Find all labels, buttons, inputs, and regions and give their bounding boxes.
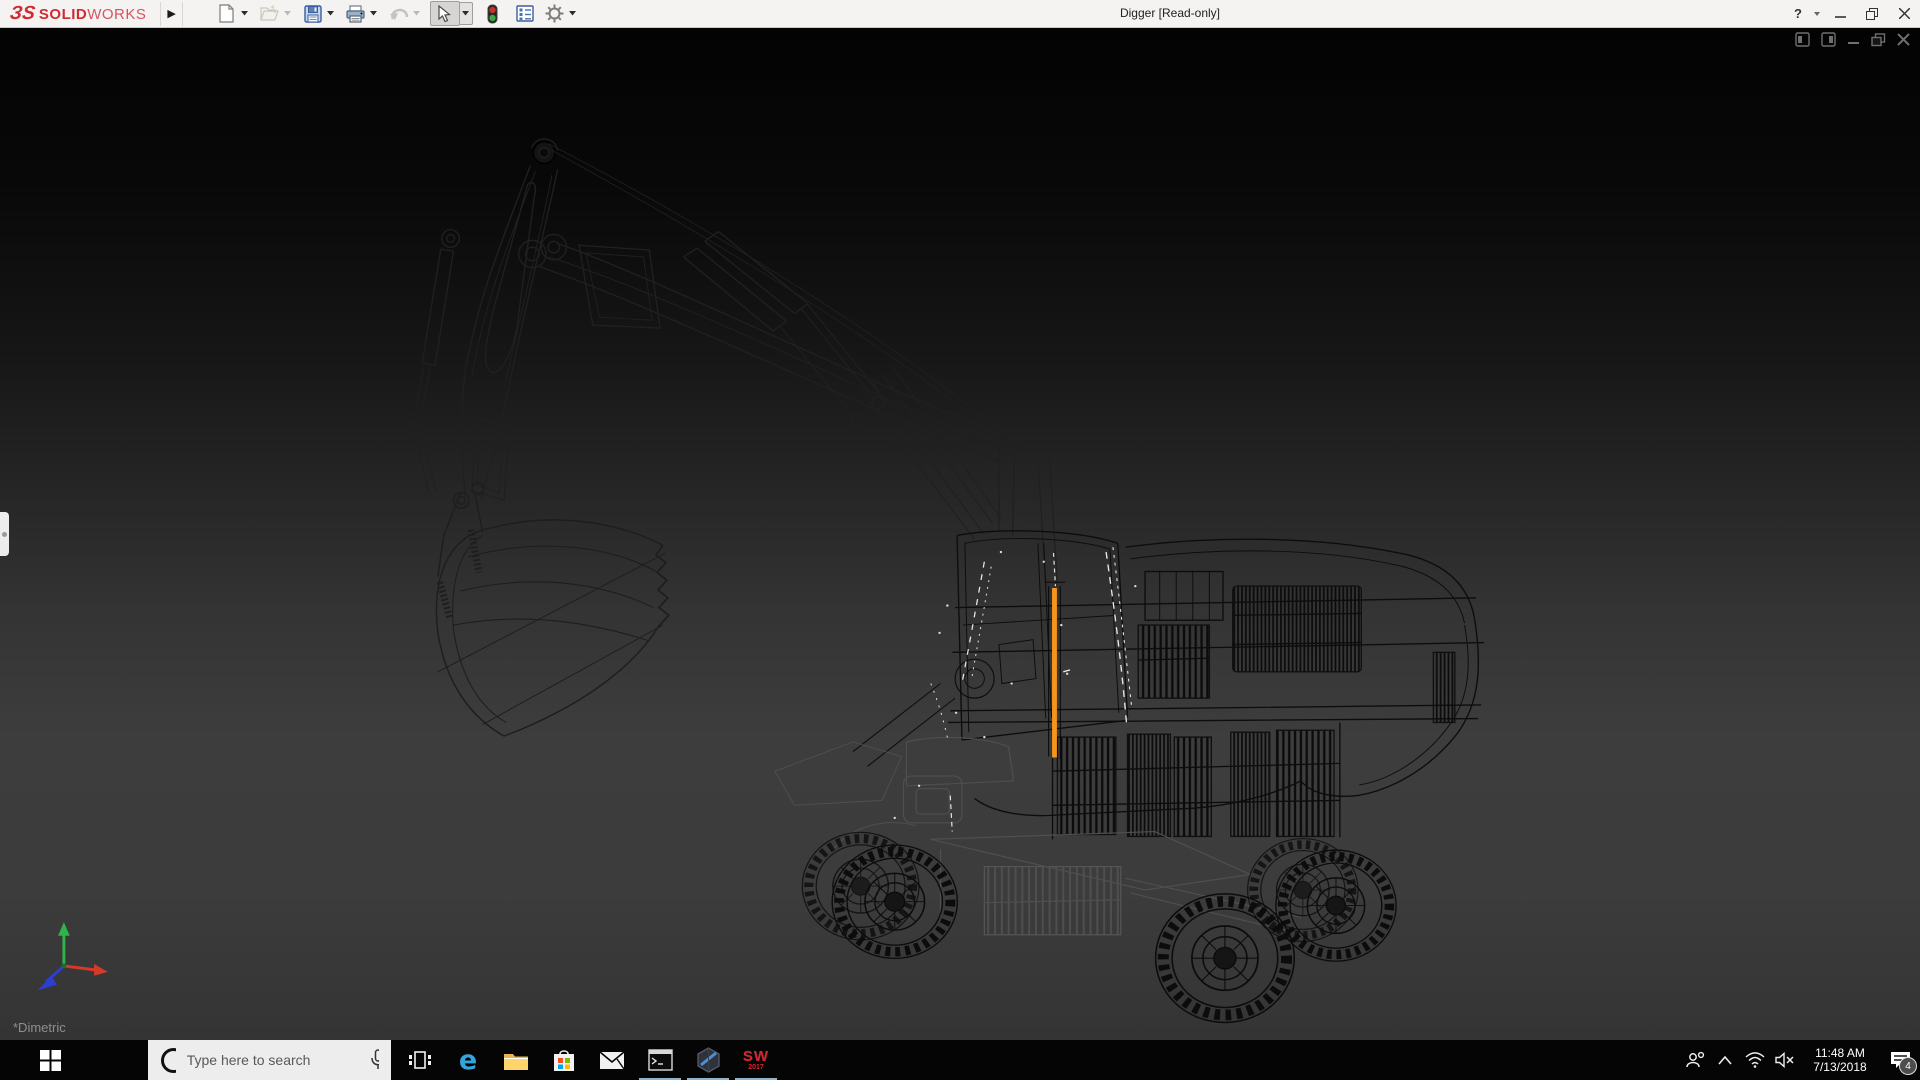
- edge-icon: e: [459, 1045, 477, 1076]
- doc-restore-button[interactable]: [1871, 33, 1886, 47]
- wifi-icon[interactable]: [1740, 1040, 1770, 1080]
- action-center-button[interactable]: 4: [1880, 1040, 1920, 1080]
- print-icon: [346, 5, 365, 23]
- open-dropdown[interactable]: [282, 2, 293, 25]
- taskbar-clock[interactable]: 11:48 AM 7/13/2018: [1806, 1046, 1874, 1074]
- taskbar-app-command-prompt[interactable]: [636, 1040, 684, 1080]
- solidworks-2017-icon: SW 2017: [743, 1049, 769, 1071]
- excavator-bucket[interactable]: [436, 483, 668, 736]
- save-dropdown[interactable]: [325, 2, 336, 25]
- doc-minimize-button[interactable]: [1847, 33, 1860, 46]
- clock-time: 11:48 AM: [1806, 1046, 1874, 1060]
- menu-flyout-arrow[interactable]: ▶: [160, 2, 182, 26]
- select-tool-button[interactable]: [430, 1, 460, 26]
- command-prompt-icon: [648, 1049, 673, 1071]
- new-document-dropdown[interactable]: [239, 2, 250, 25]
- start-button[interactable]: [0, 1040, 100, 1080]
- new-document-button[interactable]: [215, 2, 239, 25]
- mail-icon: [599, 1051, 625, 1070]
- restore-button[interactable]: [1856, 0, 1888, 27]
- tray-overflow-chevron[interactable]: [1710, 1040, 1740, 1080]
- doc-close-button[interactable]: [1897, 33, 1910, 46]
- hexagon-3d-app-icon: [696, 1047, 721, 1073]
- file-explorer-icon: [503, 1050, 529, 1071]
- microphone-icon[interactable]: [370, 1049, 379, 1071]
- options-dropdown[interactable]: [567, 2, 578, 25]
- gear-icon: [545, 4, 564, 23]
- view-stoplight-button[interactable]: [481, 2, 505, 25]
- view-orientation-label: *Dimetric: [13, 1020, 66, 1035]
- undo-dropdown[interactable]: [411, 2, 422, 25]
- select-tool-dropdown[interactable]: [460, 2, 473, 25]
- print-button[interactable]: [344, 2, 368, 25]
- help-dropdown[interactable]: [1810, 0, 1824, 27]
- taskbar-app-solidworks-2017[interactable]: SW 2017: [732, 1040, 780, 1080]
- search-input[interactable]: [185, 1051, 370, 1069]
- excavator-body[interactable]: [853, 531, 1484, 839]
- taskbar-app-mail[interactable]: [588, 1040, 636, 1080]
- list-pane-icon: [516, 5, 534, 22]
- graphics-viewport[interactable]: *Dimetric: [0, 28, 1920, 1040]
- doc-pane-right-icon[interactable]: [1821, 32, 1836, 47]
- taskbar-app-store[interactable]: [540, 1040, 588, 1080]
- titlebar: ЗS SOLID WORKS ▶: [0, 0, 1920, 28]
- window-title: Digger [Read-only]: [1080, 0, 1260, 26]
- clock-date: 7/13/2018: [1806, 1060, 1874, 1074]
- excavator-boom-arm[interactable]: [409, 139, 1058, 586]
- display-pane-list-button[interactable]: [513, 2, 537, 25]
- task-view-icon: [408, 1050, 432, 1070]
- notification-badge: 4: [1899, 1057, 1917, 1075]
- taskbar-search[interactable]: [148, 1040, 391, 1080]
- taskbar-app-task-view[interactable]: [396, 1040, 444, 1080]
- cortana-circle-icon: [160, 1047, 176, 1074]
- print-dropdown[interactable]: [368, 2, 379, 25]
- windows-logo-icon: [40, 1050, 61, 1071]
- model-canvas[interactable]: [0, 28, 1920, 1040]
- undo-button[interactable]: [387, 2, 411, 25]
- taskbar-app-file-explorer[interactable]: [492, 1040, 540, 1080]
- open-folder-icon: [260, 5, 280, 22]
- open-button[interactable]: [258, 2, 282, 25]
- people-tray-icon[interactable]: [1680, 1040, 1710, 1080]
- minimize-button[interactable]: [1824, 0, 1856, 27]
- taskbar-app-hexagon-3d-app[interactable]: [684, 1040, 732, 1080]
- undo-arrow-icon: [389, 6, 409, 22]
- pane-tab-grip: [2, 532, 7, 537]
- solidworks-logo: ЗS SOLID WORKS: [10, 3, 146, 25]
- feature-pane-collapsed-tab[interactable]: [0, 512, 9, 556]
- save-floppy-icon: [304, 5, 322, 23]
- doc-pane-left-icon[interactable]: [1795, 32, 1810, 47]
- taskbar-app-edge[interactable]: e: [444, 1040, 492, 1080]
- stoplight-icon: [487, 4, 498, 24]
- close-button[interactable]: [1888, 0, 1920, 27]
- orientation-triad: [38, 922, 108, 990]
- store-icon: [552, 1049, 576, 1072]
- document-window-controls: [1795, 32, 1910, 47]
- new-document-icon: [218, 4, 235, 23]
- help-button[interactable]: ?: [1786, 0, 1810, 27]
- options-button[interactable]: [543, 2, 567, 25]
- save-button[interactable]: [301, 2, 325, 25]
- taskbar: e: [0, 1040, 1920, 1080]
- solidworks-logo-glyph: ЗS: [8, 3, 36, 25]
- volume-muted-icon[interactable]: [1770, 1040, 1800, 1080]
- restore-icon: [1866, 8, 1878, 20]
- select-cursor-icon: [437, 5, 452, 23]
